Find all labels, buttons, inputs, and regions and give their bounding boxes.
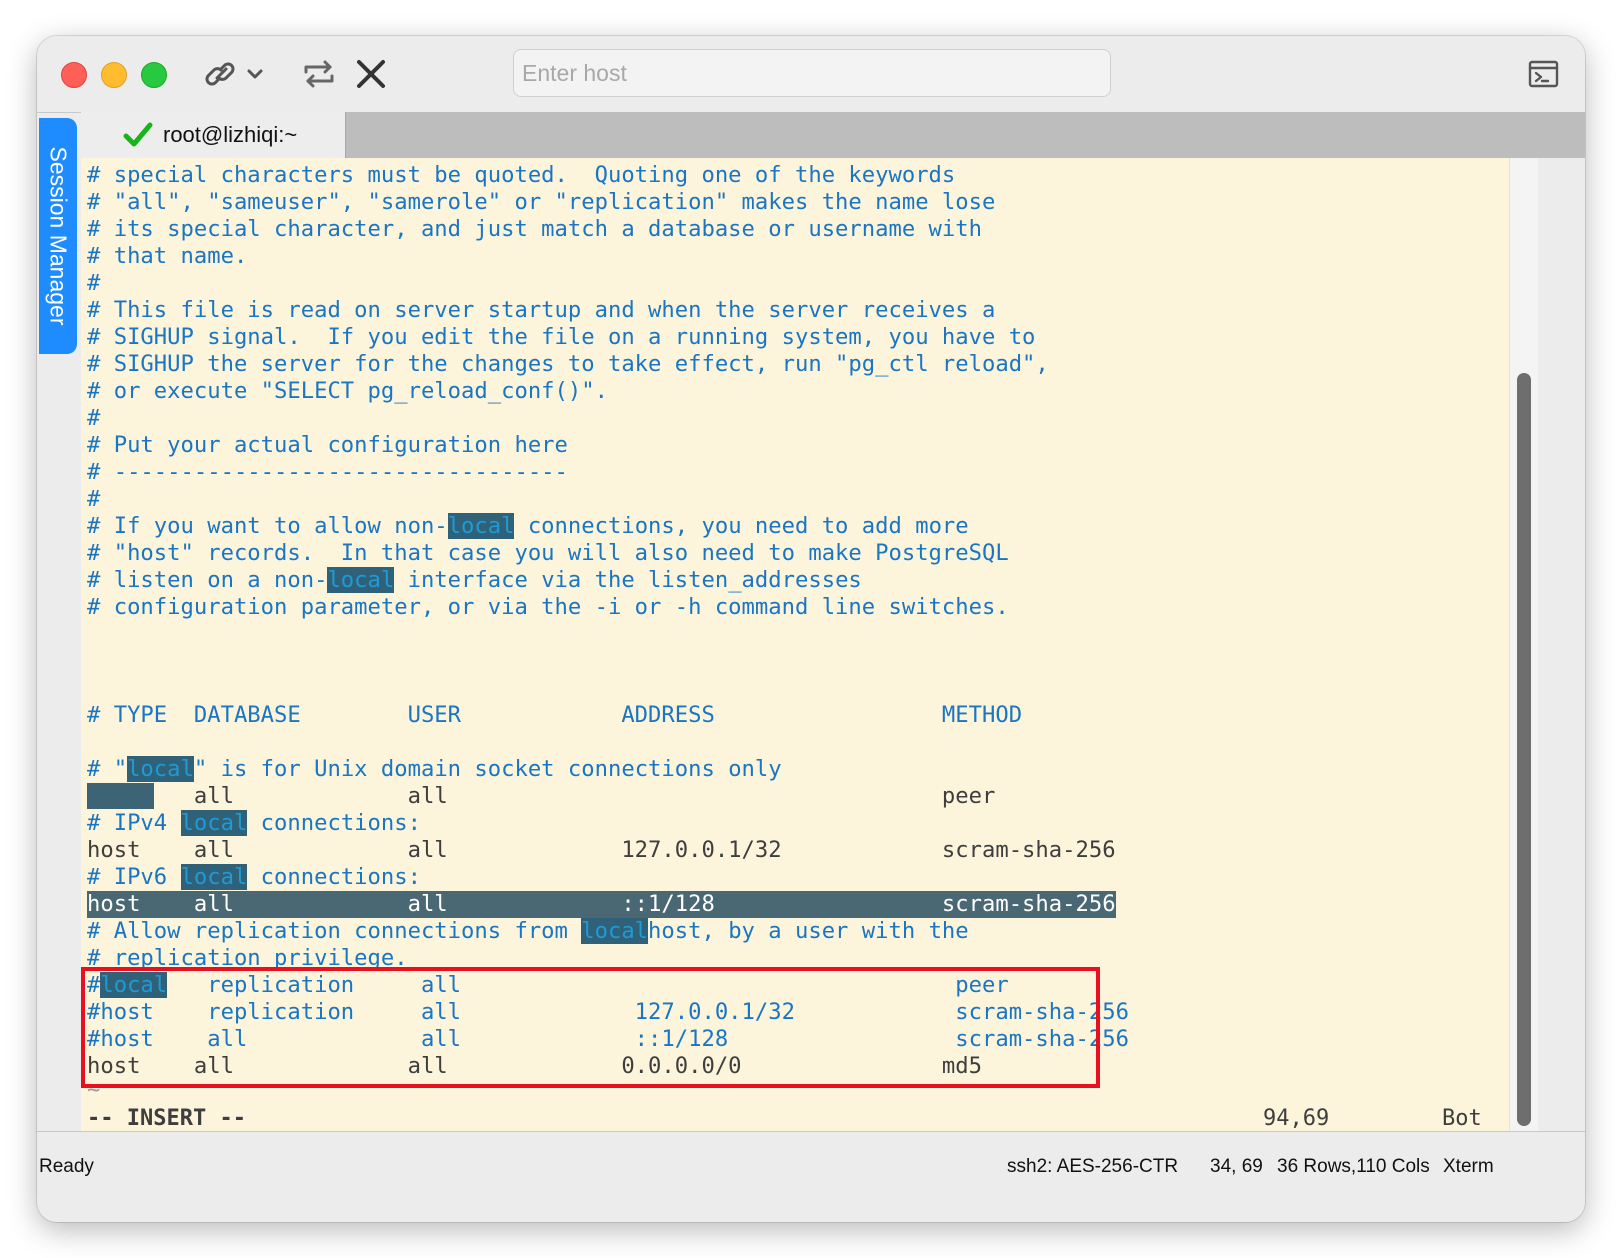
check-icon	[123, 122, 153, 147]
terminal-line: # SIGHUP the server for the changes to t…	[87, 351, 1049, 377]
terminal-type-text: Xterm	[1443, 1156, 1494, 1177]
terminal-screen[interactable]: # special characters must be quoted. Quo…	[81, 158, 1509, 1131]
link-icon	[205, 62, 263, 86]
tab-bar: root@lizhiqi:~	[81, 112, 1585, 158]
cursor-text: 34, 69	[1210, 1156, 1263, 1177]
terminal-line: local all all peer	[87, 783, 996, 809]
terminal-scrollbar[interactable]	[1509, 158, 1538, 1131]
terminal-line: # "all", "sameuser", "samerole" or "repl…	[87, 189, 996, 215]
terminal-line: #	[87, 270, 101, 296]
terminal-line: host all all 127.0.0.1/32 scram-sha-256	[87, 837, 1116, 863]
tab-session[interactable]: root@lizhiqi:~	[81, 112, 346, 158]
terminal-line: # Allow replication connections from loc…	[87, 918, 969, 944]
refresh-icon	[304, 60, 334, 88]
sidebar-toggle-icon	[1528, 60, 1559, 88]
terminal-line: # Put your actual configuration here	[87, 432, 568, 458]
terminal-line: host all all ::1/128 scram-sha-256	[87, 891, 1116, 918]
tab-title: root@lizhiqi:~	[163, 122, 298, 147]
highlight-annotation-box	[81, 967, 1100, 1088]
status-bar: Ready ssh2: AES-256-CTR 34, 69 36 Rows,1…	[37, 1131, 1585, 1222]
terminal-line: # TYPE DATABASE USER ADDRESS METHOD	[87, 702, 1023, 728]
terminal-line: # configuration parameter, or via the -i…	[87, 594, 1009, 620]
terminal-line: #	[87, 405, 101, 431]
close-icon	[357, 60, 385, 88]
reconnect-button[interactable]	[299, 54, 339, 94]
vim-mode-indicator: -- INSERT --	[87, 1106, 246, 1131]
app-window: Session Manager root@lizhiqi:~ # special…	[37, 36, 1585, 1222]
terminal-line: # listen on a non-local interface via th…	[87, 567, 862, 593]
sidebar-toggle-button[interactable]	[1523, 54, 1563, 94]
cipher-text: ssh2: AES-256-CTR	[1007, 1156, 1179, 1177]
size-text: 36 Rows,110 Cols	[1277, 1156, 1430, 1177]
chevron-down-icon	[247, 69, 263, 79]
session-manager-label: Session Manager	[45, 146, 72, 326]
vim-cursor-position: 94,69	[1263, 1106, 1330, 1131]
close-window-button[interactable]	[61, 62, 87, 88]
terminal-line: # ----------------------------------	[87, 459, 568, 485]
host-input[interactable]	[513, 49, 1111, 97]
connect-button[interactable]	[203, 54, 265, 94]
vim-scroll-position: Bot	[1442, 1106, 1482, 1131]
terminal-line: # or execute "SELECT pg_reload_conf()".	[87, 378, 608, 404]
scrollbar-thumb[interactable]	[1517, 373, 1531, 1126]
toolbar	[37, 36, 1585, 113]
terminal-line: # SIGHUP signal. If you edit the file on…	[87, 324, 1036, 350]
status-text: Ready	[39, 1156, 94, 1177]
terminal-line: # "host" records. In that case you will …	[87, 540, 1009, 566]
disconnect-button[interactable]	[351, 54, 391, 94]
minimize-window-button[interactable]	[101, 62, 127, 88]
terminal-line: # If you want to allow non-local connect…	[87, 513, 969, 539]
terminal-line: # IPv4 local connections:	[87, 810, 421, 836]
terminal-line: # special characters must be quoted. Quo…	[87, 162, 956, 188]
terminal-line: # that name.	[87, 243, 248, 269]
terminal-line: # "local" is for Unix domain socket conn…	[87, 756, 782, 782]
zoom-window-button[interactable]	[141, 62, 167, 88]
terminal-line: # IPv6 local connections:	[87, 864, 421, 890]
terminal-line: # This file is read on server startup an…	[87, 297, 996, 323]
terminal-line: # its special character, and just match …	[87, 216, 982, 242]
session-manager-tab[interactable]: Session Manager	[39, 118, 77, 354]
terminal-line: #	[87, 486, 101, 512]
